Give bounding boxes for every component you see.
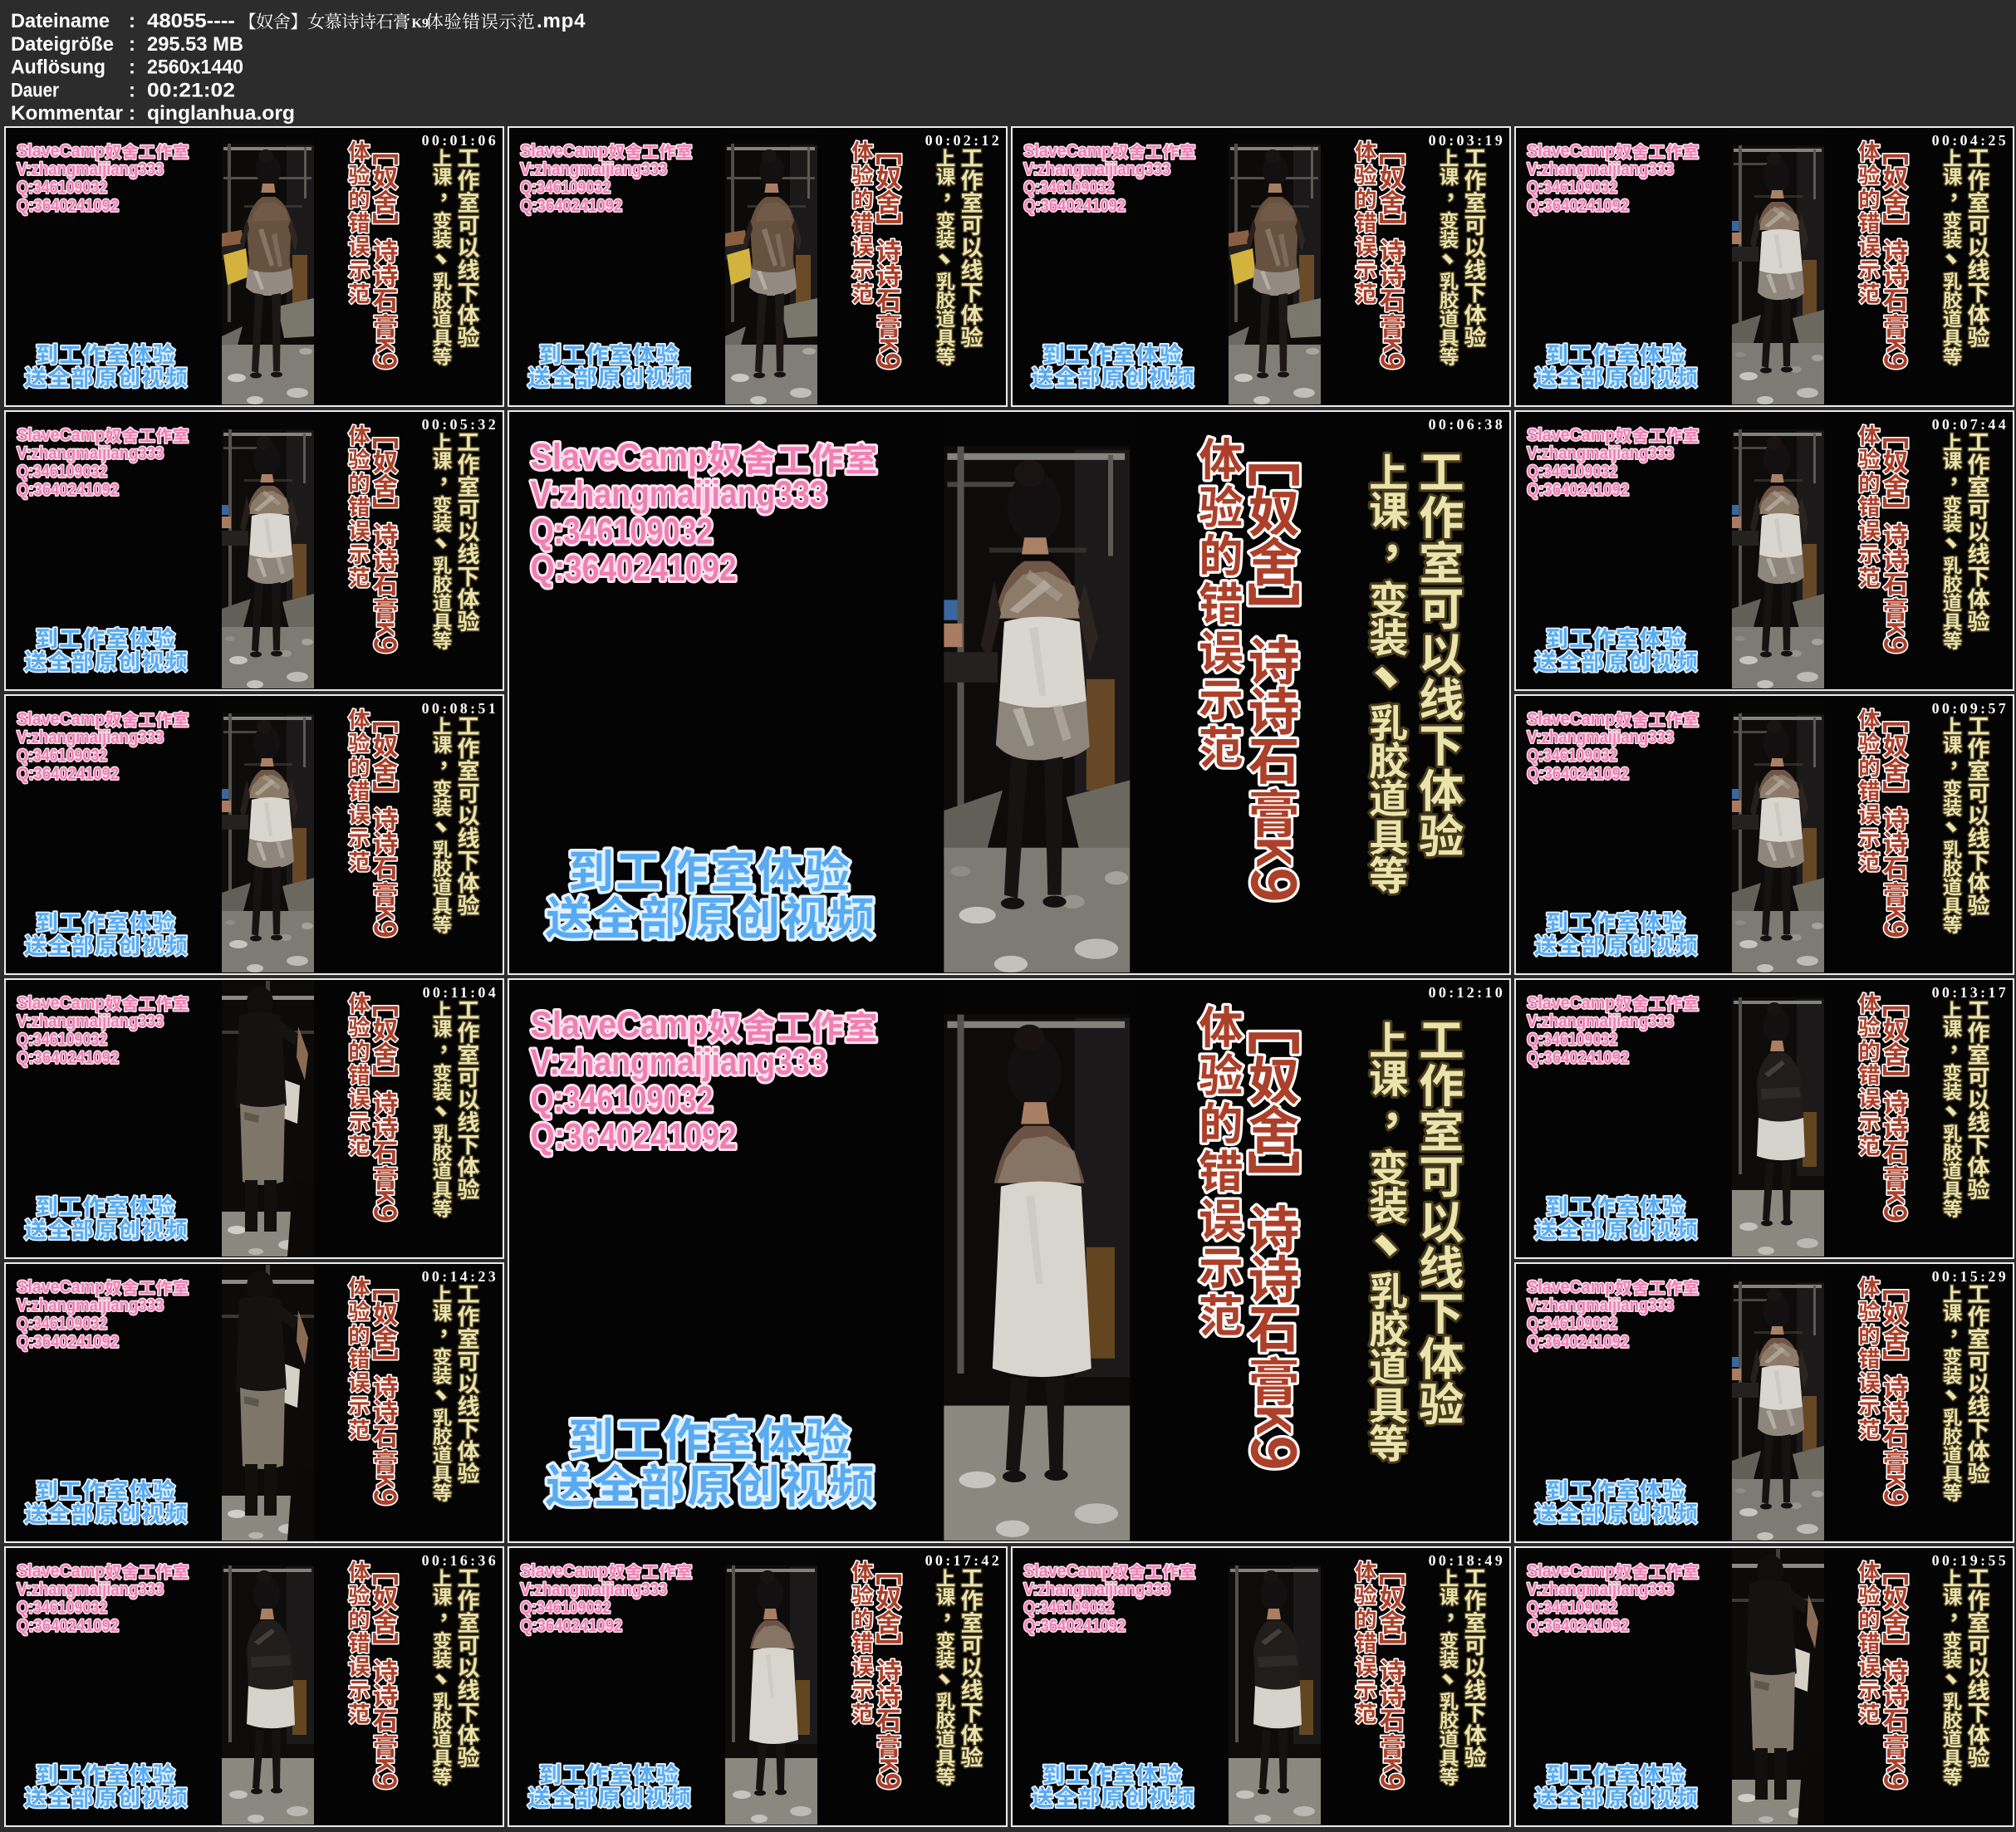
svg-text:00:11:04: 00:11:04 — [423, 984, 498, 1001]
svg-text:00:08:51: 00:08:51 — [422, 700, 498, 717]
svg-text:qinglanhua.org: qinglanhua.org — [147, 102, 295, 125]
svg-text:00:07:44: 00:07:44 — [1932, 416, 2009, 433]
svg-text:00:04:25: 00:04:25 — [1932, 132, 2009, 149]
svg-text:Dateiname: Dateiname — [11, 10, 110, 32]
svg-text::: : — [129, 102, 135, 125]
svg-text::: : — [129, 79, 135, 101]
svg-text::: : — [129, 33, 135, 56]
svg-text:00:05:32: 00:05:32 — [422, 416, 498, 433]
svg-text:48055----: 48055---- — [147, 10, 235, 32]
svg-text::: : — [129, 10, 135, 32]
svg-text:00:13:17: 00:13:17 — [1932, 984, 2009, 1001]
svg-text:00:17:42: 00:17:42 — [925, 1552, 1002, 1569]
svg-text:00:06:38: 00:06:38 — [1429, 416, 1505, 433]
svg-text:00:19:55: 00:19:55 — [1932, 1552, 2009, 1569]
svg-text:00:21:02: 00:21:02 — [147, 79, 235, 101]
svg-text:00:15:29: 00:15:29 — [1932, 1268, 2009, 1285]
svg-text:2560x1440: 2560x1440 — [147, 56, 243, 79]
svg-text:Dateigröße: Dateigröße — [11, 33, 114, 56]
svg-text:Dauer: Dauer — [11, 79, 59, 101]
svg-text:00:01:06: 00:01:06 — [422, 132, 498, 149]
svg-text::: : — [129, 56, 135, 79]
svg-text:295.53 MB: 295.53 MB — [147, 33, 243, 56]
svg-text:00:16:36: 00:16:36 — [422, 1552, 498, 1569]
svg-text:00:12:10: 00:12:10 — [1429, 984, 1505, 1001]
svg-text:00:18:49: 00:18:49 — [1429, 1552, 1505, 1569]
svg-text:Kommentar: Kommentar — [11, 102, 123, 125]
svg-text:K9: K9 — [412, 17, 429, 31]
svg-text:00:02:12: 00:02:12 — [925, 132, 1002, 149]
svg-text:Auflösung: Auflösung — [11, 56, 105, 79]
svg-text:00:09:57: 00:09:57 — [1932, 700, 2009, 717]
svg-text:00:14:23: 00:14:23 — [422, 1268, 498, 1285]
svg-text:.mp4: .mp4 — [537, 10, 586, 32]
svg-text:00:03:19: 00:03:19 — [1429, 132, 1505, 149]
